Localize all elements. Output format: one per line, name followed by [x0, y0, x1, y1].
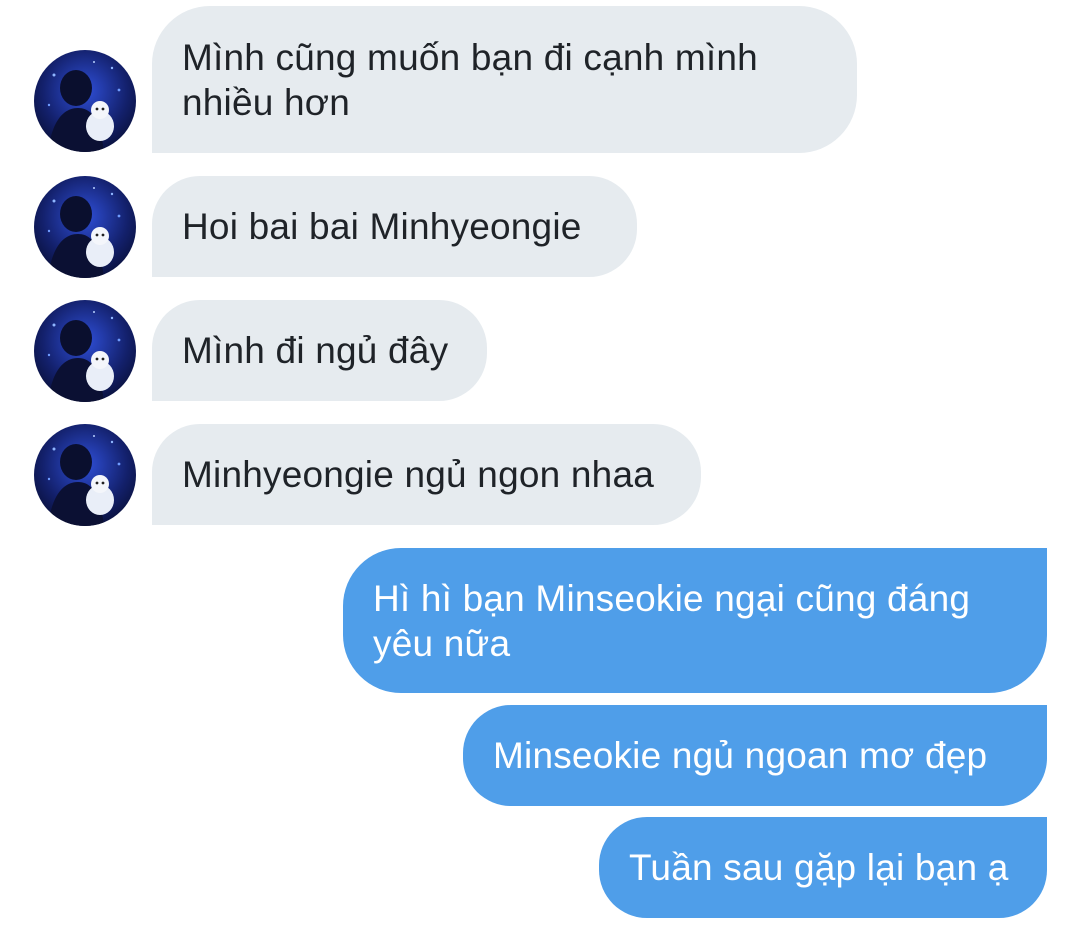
incoming-message-bubble[interactable]: Mình cũng muốn bạn đi cạnh mình nhiều hơ…	[152, 6, 857, 153]
outgoing-message-bubble[interactable]: Tuần sau gặp lại bạn ạ	[599, 817, 1047, 918]
avatar-photo-icon	[34, 176, 136, 278]
incoming-message-bubble[interactable]: Hoi bai bai Minhyeongie	[152, 176, 637, 277]
message-text: Minseokie ngủ ngoan mơ đẹp	[493, 735, 988, 776]
contact-avatar[interactable]	[34, 424, 136, 526]
message-text: Hoi bai bai Minhyeongie	[182, 206, 582, 247]
message-text: Mình cũng muốn bạn đi cạnh mình nhiều hơ…	[182, 36, 758, 123]
message-text: Tuần sau gặp lại bạn ạ	[629, 847, 1009, 888]
outgoing-message-bubble[interactable]: Minseokie ngủ ngoan mơ đẹp	[463, 705, 1047, 806]
avatar-photo-icon	[34, 424, 136, 526]
contact-avatar[interactable]	[34, 176, 136, 278]
outgoing-message-bubble[interactable]: Hì hì bạn Minseokie ngại cũng đáng yêu n…	[343, 548, 1047, 693]
contact-avatar[interactable]	[34, 50, 136, 152]
avatar-photo-icon	[34, 50, 136, 152]
message-text: Hì hì bạn Minseokie ngại cũng đáng yêu n…	[373, 577, 971, 664]
avatar-photo-icon	[34, 300, 136, 402]
incoming-message-bubble[interactable]: Mình đi ngủ đây	[152, 300, 487, 401]
contact-avatar[interactable]	[34, 300, 136, 402]
message-text: Mình đi ngủ đây	[182, 330, 449, 371]
message-text: Minhyeongie ngủ ngon nhaa	[182, 454, 654, 495]
incoming-message-bubble[interactable]: Minhyeongie ngủ ngon nhaa	[152, 424, 701, 525]
